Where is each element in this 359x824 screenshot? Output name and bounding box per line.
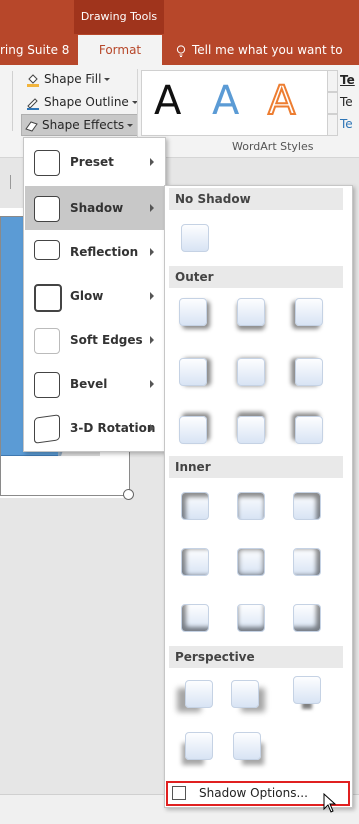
- inner-shadow-swatch[interactable]: [181, 548, 209, 576]
- shadow-gallery: No Shadow Outer Inner Perspective: [164, 185, 353, 808]
- shape-effects-label: Shape Effects: [42, 118, 125, 132]
- inner-shadow-swatch[interactable]: [181, 604, 209, 632]
- menu-item-reflection[interactable]: Reflection: [25, 230, 164, 274]
- wordart-group-label: WordArt Styles: [232, 140, 314, 153]
- pencil-icon: [27, 97, 39, 110]
- text-fill-button[interactable]: Te: [340, 70, 355, 90]
- rotation-thumbnail: [34, 414, 60, 444]
- section-inner: Inner: [169, 456, 343, 478]
- menu-item-label: Bevel: [70, 377, 108, 391]
- wordart-style-blue[interactable]: A: [212, 77, 239, 125]
- wordart-style-black[interactable]: A: [154, 77, 181, 125]
- inner-shadow-swatch[interactable]: [237, 548, 265, 576]
- mouse-cursor-icon: [323, 793, 337, 813]
- drawing-tools-context-label: Drawing Tools: [74, 0, 164, 34]
- chevron-right-icon: [150, 248, 154, 256]
- outer-shadow-swatch[interactable]: [179, 358, 207, 386]
- ribbon-scroll-left[interactable]: [4, 71, 13, 131]
- chevron-down-icon: [127, 124, 134, 127]
- shape-outline-label: Shape Outline: [44, 95, 129, 109]
- tab-format[interactable]: Format: [78, 35, 162, 65]
- chevron-right-icon: [150, 292, 154, 300]
- outer-shadow-swatch[interactable]: [237, 298, 265, 326]
- inner-shadow-swatch[interactable]: [293, 548, 321, 576]
- tab-suite[interactable]: ring Suite 8: [0, 38, 69, 62]
- soft-edges-thumbnail: [34, 328, 60, 354]
- perspective-shadow-swatch[interactable]: [185, 732, 213, 760]
- chevron-right-icon: [150, 204, 154, 212]
- menu-item-soft-edges[interactable]: Soft Edges: [25, 318, 164, 362]
- outer-shadow-swatch[interactable]: [237, 358, 265, 386]
- ruler-tick: [0, 175, 11, 189]
- outer-shadow-swatch[interactable]: [295, 358, 323, 386]
- outer-shadow-swatch[interactable]: [295, 298, 323, 326]
- perspective-shadow-swatch[interactable]: [185, 680, 213, 708]
- shadow-thumbnail: [34, 196, 60, 222]
- outer-shadow-swatch[interactable]: [295, 416, 323, 444]
- shadow-options-icon: [172, 786, 186, 800]
- gallery-scroll-up[interactable]: [327, 70, 338, 92]
- menu-item-glow[interactable]: Glow: [25, 274, 164, 318]
- text-effects-button[interactable]: Te: [340, 114, 353, 134]
- shape-fill-label: Shape Fill: [44, 72, 102, 86]
- gallery-scroll-down[interactable]: [327, 92, 338, 114]
- inner-shadow-swatch[interactable]: [237, 492, 265, 520]
- section-perspective: Perspective: [169, 646, 343, 668]
- bevel-thumbnail: [34, 372, 60, 398]
- shape-fill-button[interactable]: Shape Fill: [26, 69, 111, 89]
- section-no-shadow: No Shadow: [169, 188, 343, 210]
- chevron-right-icon: [150, 424, 154, 432]
- wordart-styles-gallery[interactable]: A A A: [141, 70, 329, 136]
- perspective-shadow-swatch[interactable]: [293, 676, 321, 704]
- chevron-down-icon: [104, 78, 111, 81]
- shape-effects-icon: [25, 120, 38, 132]
- outer-shadow-swatch[interactable]: [179, 416, 207, 444]
- perspective-shadow-swatch[interactable]: [233, 732, 261, 760]
- glow-thumbnail: [34, 284, 62, 312]
- wordart-style-orange-outline[interactable]: A: [267, 77, 296, 125]
- shadow-none-swatch[interactable]: [181, 224, 209, 252]
- inner-shadow-swatch[interactable]: [293, 604, 321, 632]
- outer-shadow-swatch[interactable]: [237, 416, 265, 444]
- shape-outline-button[interactable]: Shape Outline: [26, 92, 138, 112]
- menu-item-preset[interactable]: Preset: [25, 140, 164, 184]
- shape-effects-menu: Preset Shadow Reflection Glow Soft Edges…: [23, 137, 166, 452]
- menu-item-bevel[interactable]: Bevel: [25, 362, 164, 406]
- reflection-thumbnail: [34, 240, 60, 260]
- section-outer: Outer: [169, 266, 343, 288]
- menu-item-3d-rotation[interactable]: 3-D Rotation: [25, 406, 164, 450]
- text-outline-label: Te: [340, 95, 353, 109]
- menu-item-label: Glow: [70, 289, 104, 303]
- inner-shadow-swatch[interactable]: [181, 492, 209, 520]
- menu-item-label: Shadow: [70, 201, 124, 215]
- chevron-right-icon: [150, 380, 154, 388]
- menu-item-shadow[interactable]: Shadow: [25, 186, 164, 230]
- paint-bucket-icon: [27, 73, 39, 87]
- outer-shadow-swatch[interactable]: [179, 298, 207, 326]
- shape-effects-button[interactable]: Shape Effects: [21, 114, 139, 136]
- text-outline-button[interactable]: Te: [340, 92, 353, 112]
- preset-thumbnail: [34, 150, 60, 176]
- text-effects-label: Te: [340, 117, 353, 131]
- menu-item-label: 3-D Rotation: [70, 421, 156, 435]
- chevron-right-icon: [150, 158, 154, 166]
- resize-handle[interactable]: [123, 489, 134, 500]
- inner-shadow-swatch[interactable]: [237, 604, 265, 632]
- chevron-right-icon: [150, 336, 154, 344]
- menu-item-label: Reflection: [70, 245, 139, 259]
- menu-item-label: Preset: [70, 155, 114, 169]
- shadow-options-label: Shadow Options...: [199, 786, 308, 800]
- perspective-shadow-swatch[interactable]: [231, 680, 259, 708]
- text-fill-label: Te: [340, 73, 355, 87]
- lightbulb-icon: [176, 44, 186, 57]
- gallery-more-button[interactable]: [327, 114, 338, 136]
- menu-item-label: Soft Edges: [70, 333, 143, 347]
- inner-shadow-swatch[interactable]: [293, 492, 321, 520]
